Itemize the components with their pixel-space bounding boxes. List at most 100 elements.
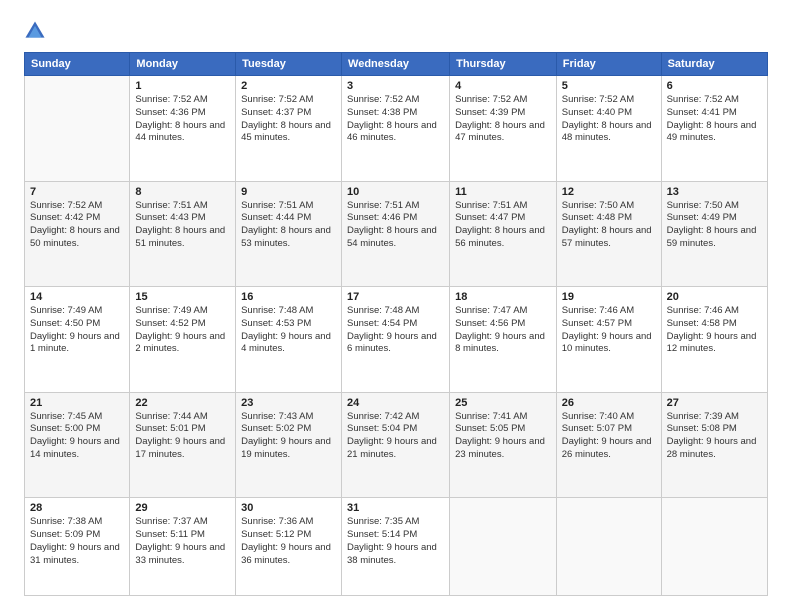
calendar-cell: 20 Sunrise: 7:46 AMSunset: 4:58 PMDayligh… [661,287,767,393]
calendar-cell [25,76,130,182]
day-info: Sunrise: 7:40 AMSunset: 5:07 PMDaylight:… [562,411,656,462]
calendar-cell: 3 Sunrise: 7:52 AMSunset: 4:38 PMDaylight… [342,76,450,182]
calendar-cell: 8 Sunrise: 7:51 AMSunset: 4:43 PMDaylight… [130,181,236,287]
day-number: 6 [667,80,762,92]
day-info: Sunrise: 7:45 AMSunset: 5:00 PMDaylight:… [30,411,124,462]
calendar-cell: 15 Sunrise: 7:49 AMSunset: 4:52 PMDayligh… [130,287,236,393]
day-number: 29 [135,502,230,514]
calendar-cell: 14Sunrise: 7:49 AMSunset: 4:50 PMDayligh… [25,287,130,393]
day-info: Sunrise: 7:51 AMSunset: 4:46 PMDaylight:… [347,200,444,251]
day-number: 30 [241,502,336,514]
calendar-cell: 29Sunrise: 7:37 AMSunset: 5:11 PMDayligh… [130,498,236,596]
weekday-header-wednesday: Wednesday [342,53,450,76]
day-number: 2 [241,80,336,92]
day-info: Sunrise: 7:35 AMSunset: 5:14 PMDaylight:… [347,516,444,567]
day-info: Sunrise: 7:47 AMSunset: 4:56 PMDaylight:… [455,305,551,356]
day-info: Sunrise: 7:50 AMSunset: 4:48 PMDaylight:… [562,200,656,251]
calendar-cell: 9 Sunrise: 7:51 AMSunset: 4:44 PMDaylight… [236,181,342,287]
calendar-cell: 18Sunrise: 7:47 AMSunset: 4:56 PMDayligh… [450,287,557,393]
day-number: 9 [241,186,336,198]
day-number: 23 [241,397,336,409]
day-number: 13 [667,186,762,198]
day-info: Sunrise: 7:52 AMSunset: 4:39 PMDaylight:… [455,94,551,145]
calendar-cell [450,498,557,596]
calendar-week-row: 1 Sunrise: 7:52 AMSunset: 4:36 PMDaylight… [25,76,768,182]
weekday-header-thursday: Thursday [450,53,557,76]
day-number: 3 [347,80,444,92]
day-info: Sunrise: 7:51 AMSunset: 4:43 PMDaylight:… [135,200,230,251]
day-info: Sunrise: 7:38 AMSunset: 5:09 PMDaylight:… [30,516,124,567]
calendar-cell: 1 Sunrise: 7:52 AMSunset: 4:36 PMDaylight… [130,76,236,182]
calendar-cell: 24 Sunrise: 7:42 AMSunset: 5:04 PMDayligh… [342,392,450,498]
day-info: Sunrise: 7:46 AMSunset: 4:58 PMDaylight:… [667,305,762,356]
day-info: Sunrise: 7:39 AMSunset: 5:08 PMDaylight:… [667,411,762,462]
day-info: Sunrise: 7:48 AMSunset: 4:53 PMDaylight:… [241,305,336,356]
day-info: Sunrise: 7:48 AMSunset: 4:54 PMDaylight:… [347,305,444,356]
day-info: Sunrise: 7:51 AMSunset: 4:44 PMDaylight:… [241,200,336,251]
day-info: Sunrise: 7:43 AMSunset: 5:02 PMDaylight:… [241,411,336,462]
day-info: Sunrise: 7:52 AMSunset: 4:38 PMDaylight:… [347,94,444,145]
day-info: Sunrise: 7:52 AMSunset: 4:40 PMDaylight:… [562,94,656,145]
calendar-week-row: 21 Sunrise: 7:45 AMSunset: 5:00 PMDayligh… [25,392,768,498]
calendar-cell: 21 Sunrise: 7:45 AMSunset: 5:00 PMDayligh… [25,392,130,498]
calendar-cell: 7Sunrise: 7:52 AMSunset: 4:42 PMDaylight… [25,181,130,287]
day-number: 7 [30,186,124,198]
day-number: 24 [347,397,444,409]
weekday-header-sunday: Sunday [25,53,130,76]
day-number: 15 [135,291,230,303]
calendar-cell: 2 Sunrise: 7:52 AMSunset: 4:37 PMDaylight… [236,76,342,182]
day-number: 25 [455,397,551,409]
weekday-header-monday: Monday [130,53,236,76]
calendar-cell: 28 Sunrise: 7:38 AMSunset: 5:09 PMDayligh… [25,498,130,596]
calendar-cell: 10 Sunrise: 7:51 AMSunset: 4:46 PMDayligh… [342,181,450,287]
day-number: 4 [455,80,551,92]
calendar-cell: 17 Sunrise: 7:48 AMSunset: 4:54 PMDayligh… [342,287,450,393]
calendar-cell: 12 Sunrise: 7:50 AMSunset: 4:48 PMDayligh… [556,181,661,287]
calendar-cell: 25 Sunrise: 7:41 AMSunset: 5:05 PMDayligh… [450,392,557,498]
day-number: 16 [241,291,336,303]
calendar-cell: 30 Sunrise: 7:36 AMSunset: 5:12 PMDayligh… [236,498,342,596]
calendar-week-row: 7Sunrise: 7:52 AMSunset: 4:42 PMDaylight… [25,181,768,287]
day-number: 10 [347,186,444,198]
day-info: Sunrise: 7:49 AMSunset: 4:52 PMDaylight:… [135,305,230,356]
calendar-cell: 13Sunrise: 7:50 AMSunset: 4:49 PMDayligh… [661,181,767,287]
day-number: 28 [30,502,124,514]
calendar-cell: 19Sunrise: 7:46 AMSunset: 4:57 PMDayligh… [556,287,661,393]
calendar-cell: 4 Sunrise: 7:52 AMSunset: 4:39 PMDaylight… [450,76,557,182]
day-number: 17 [347,291,444,303]
calendar-cell: 6Sunrise: 7:52 AMSunset: 4:41 PMDaylight… [661,76,767,182]
day-number: 5 [562,80,656,92]
day-number: 21 [30,397,124,409]
day-info: Sunrise: 7:52 AMSunset: 4:36 PMDaylight:… [135,94,230,145]
logo [24,20,50,42]
calendar-cell: 5 Sunrise: 7:52 AMSunset: 4:40 PMDaylight… [556,76,661,182]
day-info: Sunrise: 7:42 AMSunset: 5:04 PMDaylight:… [347,411,444,462]
calendar-cell: 11 Sunrise: 7:51 AMSunset: 4:47 PMDayligh… [450,181,557,287]
calendar-cell: 23 Sunrise: 7:43 AMSunset: 5:02 PMDayligh… [236,392,342,498]
logo-icon [24,20,46,42]
calendar-cell: 31Sunrise: 7:35 AMSunset: 5:14 PMDayligh… [342,498,450,596]
calendar-cell [661,498,767,596]
calendar-cell [556,498,661,596]
day-number: 1 [135,80,230,92]
day-info: Sunrise: 7:41 AMSunset: 5:05 PMDaylight:… [455,411,551,462]
calendar-cell: 16 Sunrise: 7:48 AMSunset: 4:53 PMDayligh… [236,287,342,393]
calendar-cell: 27Sunrise: 7:39 AMSunset: 5:08 PMDayligh… [661,392,767,498]
weekday-header-tuesday: Tuesday [236,53,342,76]
day-number: 8 [135,186,230,198]
header [24,20,768,42]
day-number: 11 [455,186,551,198]
calendar-week-row: 14Sunrise: 7:49 AMSunset: 4:50 PMDayligh… [25,287,768,393]
day-number: 20 [667,291,762,303]
day-number: 19 [562,291,656,303]
day-info: Sunrise: 7:36 AMSunset: 5:12 PMDaylight:… [241,516,336,567]
weekday-header-friday: Friday [556,53,661,76]
calendar-week-row: 28 Sunrise: 7:38 AMSunset: 5:09 PMDayligh… [25,498,768,596]
day-info: Sunrise: 7:44 AMSunset: 5:01 PMDaylight:… [135,411,230,462]
day-number: 26 [562,397,656,409]
day-info: Sunrise: 7:52 AMSunset: 4:37 PMDaylight:… [241,94,336,145]
calendar-cell: 22Sunrise: 7:44 AMSunset: 5:01 PMDayligh… [130,392,236,498]
calendar-table: SundayMondayTuesdayWednesdayThursdayFrid… [24,52,768,596]
day-info: Sunrise: 7:51 AMSunset: 4:47 PMDaylight:… [455,200,551,251]
day-number: 12 [562,186,656,198]
